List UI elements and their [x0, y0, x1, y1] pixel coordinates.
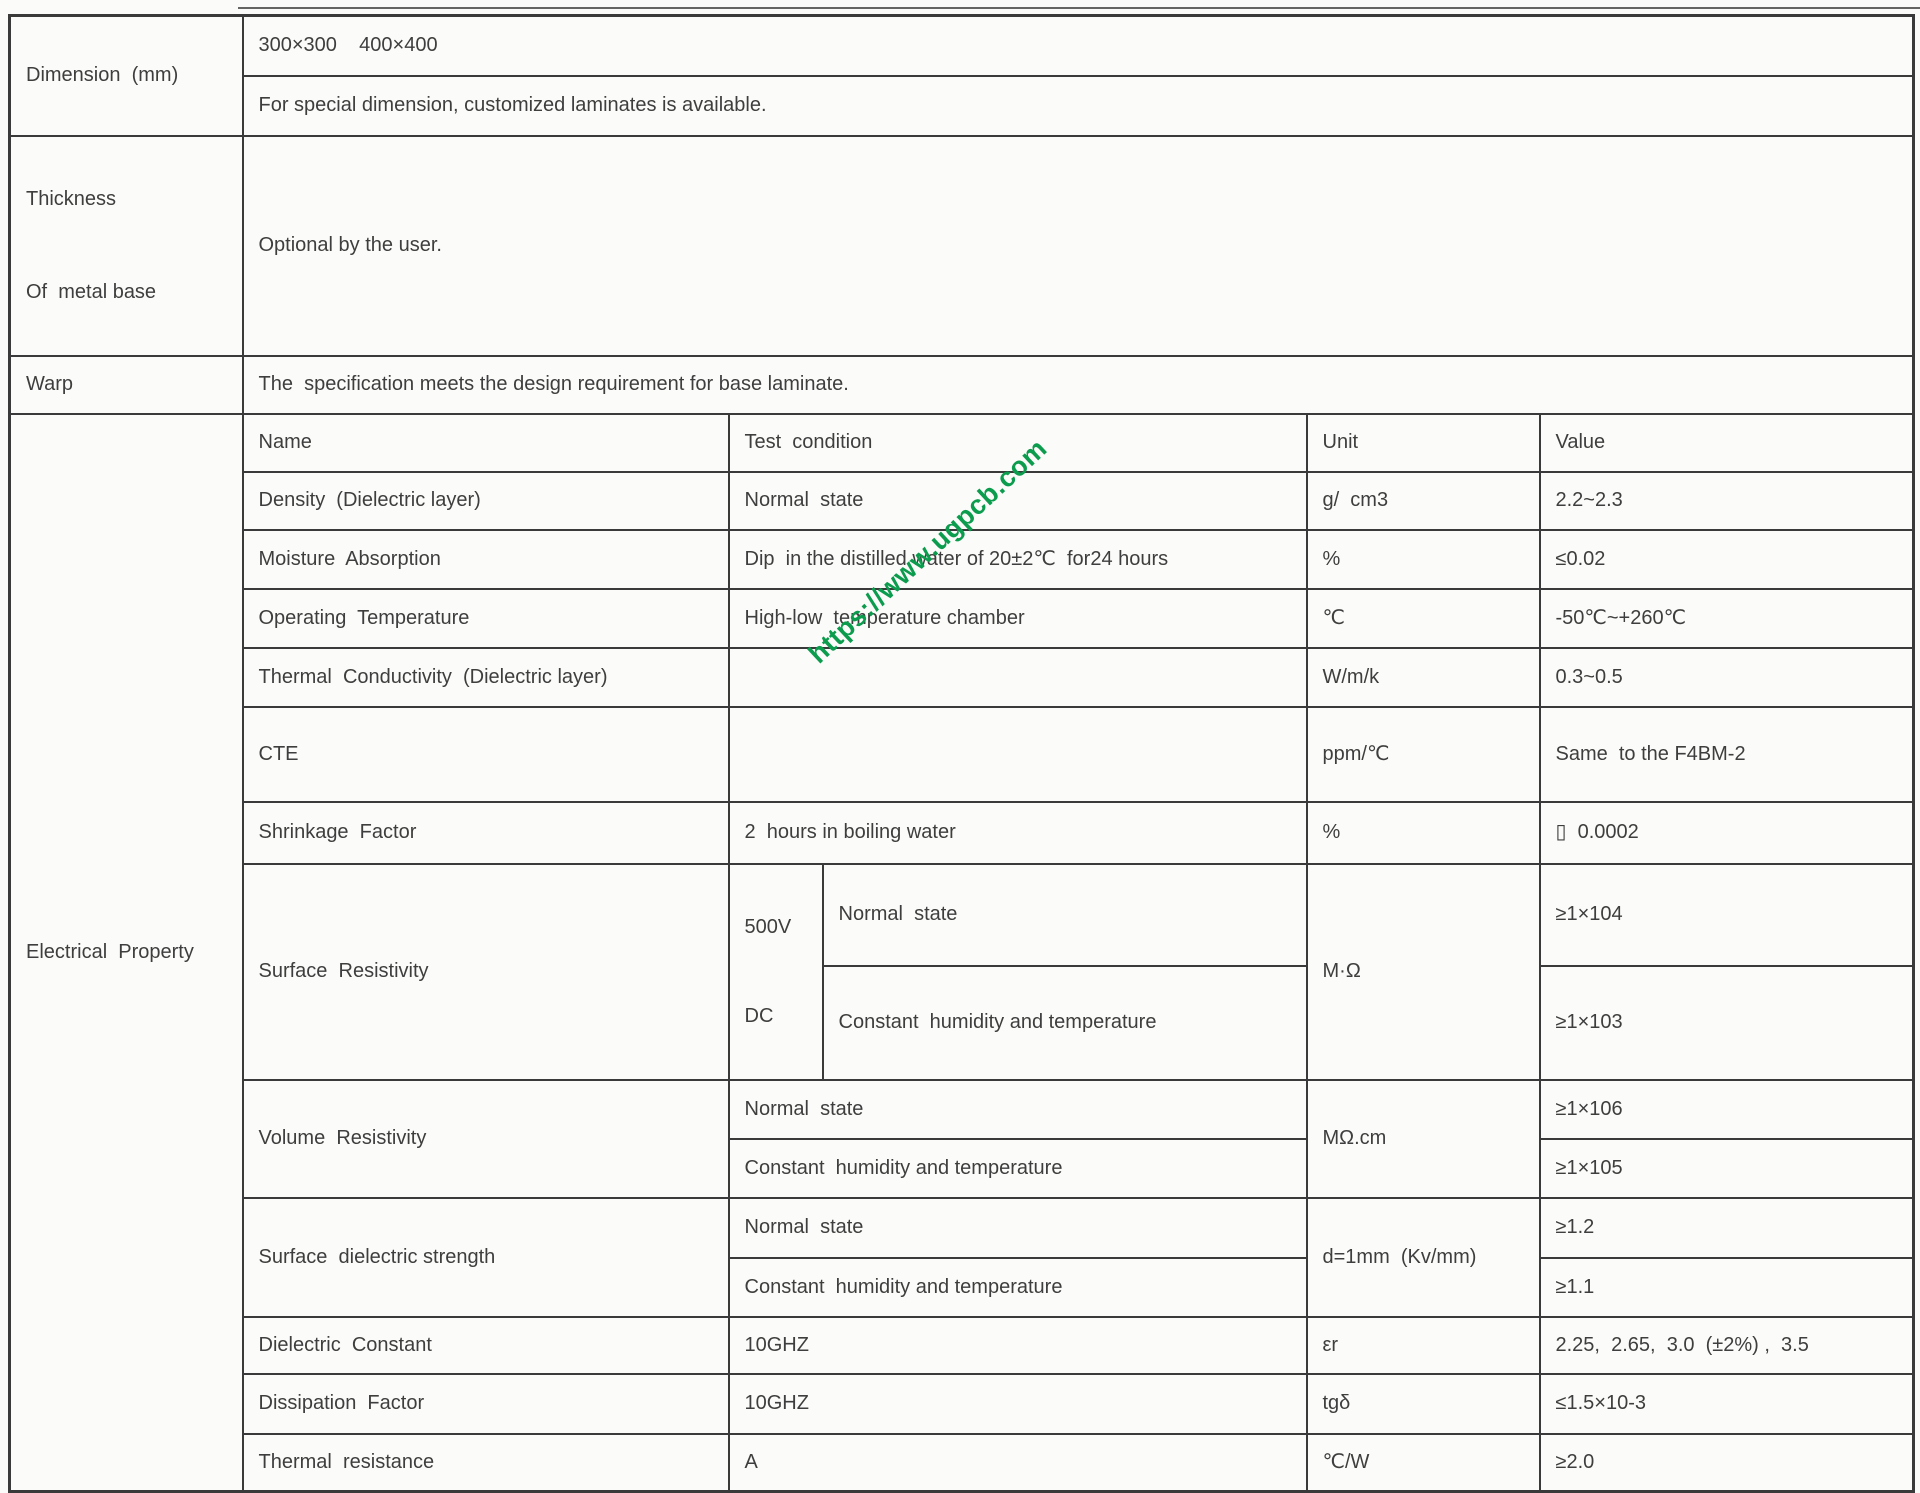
warp-label: Warp [10, 356, 243, 414]
thickness-label-line1: Thickness [26, 187, 227, 212]
dissipation-value: ≤1.5×10-3 [1540, 1374, 1914, 1434]
therm-res-condition: A [729, 1434, 1307, 1492]
therm-res-unit: ℃/W [1307, 1434, 1540, 1492]
dielec-const-condition: 10GHZ [729, 1317, 1307, 1374]
cte-value: Same to the F4BM-2 [1540, 707, 1914, 802]
dielec-strength-condition-constant: Constant humidity and temperature [729, 1258, 1307, 1317]
dissipation-unit: tgδ [1307, 1374, 1540, 1434]
cte-unit: ppm/℃ [1307, 707, 1540, 802]
cte-condition [729, 707, 1307, 802]
surf-res-voltage-line2: DC [745, 1004, 807, 1029]
optemp-condition: High-low temperature chamber [729, 589, 1307, 648]
dielec-strength-unit: d=1mm (Kv/mm) [1307, 1198, 1540, 1317]
density-name: Density (Dielectric layer) [243, 472, 729, 530]
header-unit: Unit [1307, 414, 1540, 472]
surf-res-value-constant: ≥1×103 [1540, 966, 1914, 1079]
surf-res-value-normal: ≥1×104 [1540, 864, 1914, 967]
spec-sheet-page: Dimension (mm) 300×300 400×400 For speci… [0, 0, 1920, 1296]
dielec-strength-name: Surface dielectric strength [243, 1198, 729, 1317]
header-test-condition: Test condition [729, 414, 1307, 472]
moisture-unit: % [1307, 530, 1540, 589]
thermcond-value: 0.3~0.5 [1540, 648, 1914, 707]
surf-res-unit: M·Ω [1307, 864, 1540, 1080]
surf-res-name: Surface Resistivity [243, 864, 729, 1080]
therm-res-value: ≥2.0 [1540, 1434, 1914, 1492]
thermcond-name: Thermal Conductivity (Dielectric layer) [243, 648, 729, 707]
dimension-note: For special dimension, customized lamina… [243, 76, 1914, 136]
vol-res-unit: MΩ.cm [1307, 1080, 1540, 1198]
moisture-value: ≤0.02 [1540, 530, 1914, 589]
density-condition: Normal state [729, 472, 1307, 530]
moisture-condition: Dip in the distilled water of 20±2℃ for2… [729, 530, 1307, 589]
vol-res-condition-normal: Normal state [729, 1080, 1307, 1139]
warp-value: The specification meets the design requi… [243, 356, 1914, 414]
shrinkage-unit: % [1307, 802, 1540, 864]
surf-res-voltage-line1: 500V [745, 915, 807, 940]
dielec-strength-condition-normal: Normal state [729, 1198, 1307, 1258]
vol-res-value-constant: ≥1×105 [1540, 1139, 1914, 1198]
thickness-value: Optional by the user. [243, 136, 1914, 356]
thermcond-condition [729, 648, 1307, 707]
dielec-const-unit: εr [1307, 1317, 1540, 1374]
surf-res-voltage: 500V DC [729, 864, 823, 1080]
therm-res-name: Thermal resistance [243, 1434, 729, 1492]
surf-res-condition-normal: Normal state [823, 864, 1307, 967]
shrinkage-name: Shrinkage Factor [243, 802, 729, 864]
dielec-const-value: 2.25, 2.65, 3.0 (±2%) , 3.5 [1540, 1317, 1914, 1374]
header-value: Value [1540, 414, 1914, 472]
header-name: Name [243, 414, 729, 472]
optemp-unit: ℃ [1307, 589, 1540, 648]
vol-res-condition-constant: Constant humidity and temperature [729, 1139, 1307, 1198]
dielec-strength-value-normal: ≥1.2 [1540, 1198, 1914, 1258]
cte-name: CTE [243, 707, 729, 802]
thickness-label: Thickness Of metal base [10, 136, 243, 356]
dielec-const-name: Dielectric Constant [243, 1317, 729, 1374]
electrical-property-label: Electrical Property [10, 414, 243, 1492]
density-unit: g/ cm3 [1307, 472, 1540, 530]
vol-res-name: Volume Resistivity [243, 1080, 729, 1198]
thermcond-unit: W/m/k [1307, 648, 1540, 707]
dissipation-name: Dissipation Factor [243, 1374, 729, 1434]
optemp-name: Operating Temperature [243, 589, 729, 648]
density-value: 2.2~2.3 [1540, 472, 1914, 530]
dimension-sizes: 300×300 400×400 [243, 16, 1914, 76]
dissipation-condition: 10GHZ [729, 1374, 1307, 1434]
shrinkage-condition: 2 hours in boiling water [729, 802, 1307, 864]
laminate-spec-table: Dimension (mm) 300×300 400×400 For speci… [8, 14, 1915, 1493]
dielec-strength-value-constant: ≥1.1 [1540, 1258, 1914, 1317]
dimension-label: Dimension (mm) [10, 16, 243, 136]
thickness-label-line2: Of metal base [26, 280, 227, 305]
page-top-rule [238, 7, 1920, 9]
vol-res-value-normal: ≥1×106 [1540, 1080, 1914, 1139]
moisture-name: Moisture Absorption [243, 530, 729, 589]
shrinkage-value: ▯ 0.0002 [1540, 802, 1914, 864]
surf-res-condition-constant: Constant humidity and temperature [823, 966, 1307, 1079]
optemp-value: -50℃~+260℃ [1540, 589, 1914, 648]
